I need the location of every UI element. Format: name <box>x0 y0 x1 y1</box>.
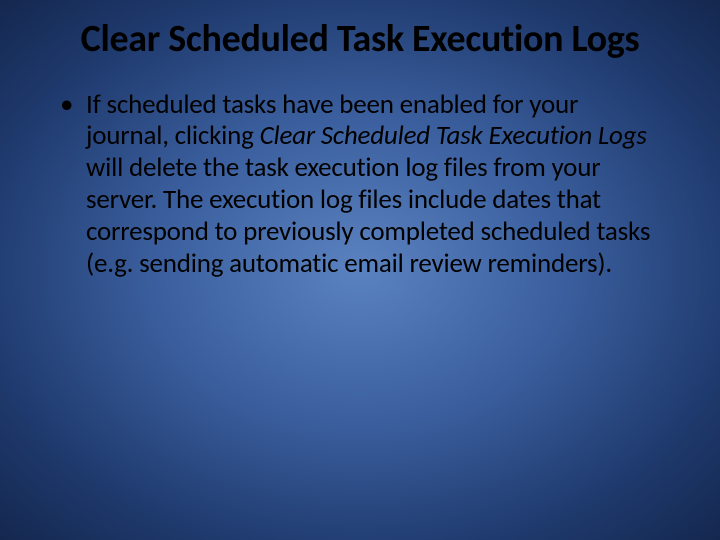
bullet-item: If scheduled tasks have been enabled for… <box>58 89 662 280</box>
slide-body: If scheduled tasks have been enabled for… <box>58 89 662 280</box>
bullet-text-part2: will delete the task execution log files… <box>86 151 650 280</box>
slide: Clear Scheduled Task Execution Logs If s… <box>0 0 720 540</box>
slide-title: Clear Scheduled Task Execution Logs <box>58 18 662 61</box>
bullet-list: If scheduled tasks have been enabled for… <box>58 89 662 280</box>
bullet-text-emphasis: Clear Scheduled Task Execution Logs <box>260 119 647 152</box>
